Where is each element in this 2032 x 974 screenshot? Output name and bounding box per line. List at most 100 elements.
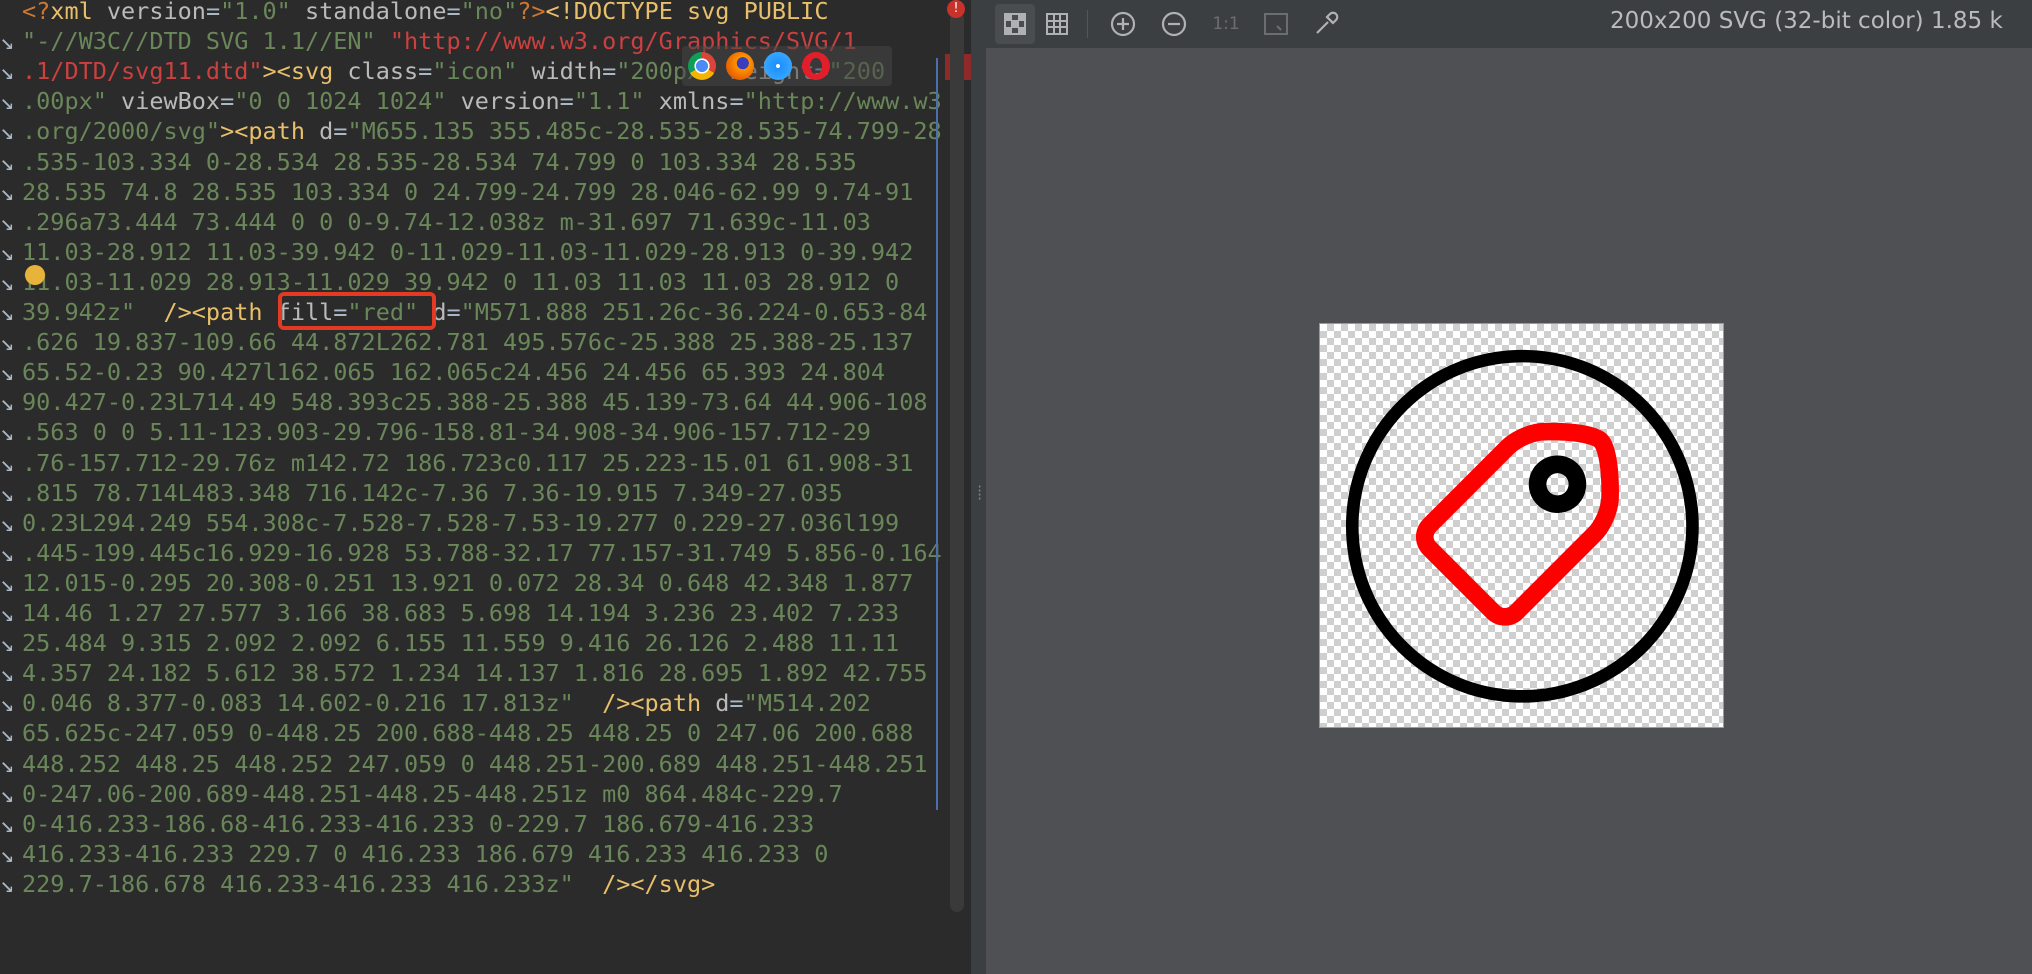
code-token: ><path [220,117,320,146]
code-token: = [729,87,744,116]
actual-size-button[interactable]: 1:1 [1206,4,1246,44]
outer-circle [1345,349,1699,703]
code-editor[interactable]: <?xml version="1.0" standalone="no"?><!D… [0,0,971,974]
code-token: 0.23L294.249 554.308c-7.528-7.528-7.53-1… [22,508,900,537]
code-line: ↘ .563 0 0 5.11-123.903-29.796-158.81-34.… [0,417,871,447]
chrome-icon[interactable] [688,52,716,80]
toolbar-separator [1087,10,1088,38]
code-token: 0.046 8.377-0.083 14.602-0.216 17.813z" [22,689,603,718]
code-token: = [446,0,461,25]
code-token: 11.03-28.912 11.03-39.942 0-11.029-11.03… [22,237,914,266]
soft-wrap-indent-icon: ↘ [0,388,15,417]
code-line: ↘ 0-247.06-200.689-448.251-448.25-448.251… [0,779,843,809]
code-line: ↘ 11.03-11.029 28.913-11.029 39.942 0 11.… [0,267,899,297]
code-token: 416.233-416.233 229.7 0 416.233 186.679 … [22,839,829,868]
opera-icon[interactable] [802,52,830,80]
code-token: .org/2000/svg" [22,117,221,146]
code-line: ↘ .535-103.334 0-28.534 28.535-28.534 74.… [0,147,857,177]
soft-wrap-indent-icon: ↘ [0,87,15,116]
safari-icon[interactable] [764,52,792,80]
zoom-out-icon[interactable] [1154,4,1194,44]
soft-wrap-indent-icon: ↘ [0,599,15,627]
error-indicator-icon[interactable]: ! [947,0,965,18]
soft-wrap-indent-icon: ↘ [0,147,15,176]
code-token: = [602,57,617,86]
code-token: = [418,57,433,86]
grid-icon[interactable] [1037,4,1077,44]
code-token: 14.46 1.27 27.577 3.166 38.683 5.698 14.… [22,599,900,627]
code-line: ↘ 11.03-28.912 11.03-39.942 0-11.029-11.0… [0,237,913,267]
soft-wrap-indent-icon: ↘ [0,839,15,868]
code-line: ↘ 12.015-0.295 20.308-0.251 13.921 0.072 … [0,568,913,598]
code-token: 229.7-186.678 416.233-416.233 416.233z" [22,869,603,898]
code-line: ↘ 65.625c-247.059 0-448.25 200.688-448.25… [0,718,913,748]
code-token: = [333,117,348,146]
code-line: ↘ .815 78.714L483.348 716.142c-7.36 7.36-… [0,478,843,508]
splitter-grip-icon: · · · · [976,480,984,506]
code-token: standalone [304,0,447,25]
code-token: "no" [460,0,518,25]
code-token: .296a73.444 73.444 0 0 0-9.74-12.038z m-… [22,207,871,236]
code-token: <? [22,0,51,25]
code-token: "icon" [432,57,532,86]
soft-wrap-indent-icon: ↘ [0,538,15,567]
soft-wrap-indent-icon: ↘ [0,358,15,387]
code-token: 448.252 448.25 448.252 247.059 0 448.251… [22,749,928,778]
code-token: = [446,298,461,326]
code-line: ↘ 0-416.233-186.68-416.233-416.233 0-229.… [0,809,814,839]
code-token: width [531,57,603,86]
code-token: .00px" [22,87,122,116]
soft-wrap-indent-icon: ↘ [0,779,15,808]
soft-wrap-indent-icon: ↘ [0,689,15,718]
code-token: "0 0 1024 1024" [234,87,461,116]
code-token: 0-416.233-186.68-416.233-416.233 0-229.7… [22,809,815,838]
code-token: .626 19.837-109.66 44.872L262.781 495.57… [22,328,914,357]
code-token: 65.625c-247.059 0-448.25 200.688-448.25 … [22,719,914,748]
browser-preview-popup [682,46,892,86]
tag-hole [1528,455,1587,513]
code-line: ↘ 14.46 1.27 27.577 3.166 38.683 5.698 14… [0,598,899,628]
code-line: ↘ .626 19.837-109.66 44.872L262.781 495.5… [0,327,913,357]
code-token: 90.427-0.23L714.49 548.393c25.388-25.388… [22,388,928,417]
soft-wrap-indent-icon: ↘ [0,267,15,296]
fit-window-icon[interactable] [1256,4,1296,44]
code-token: 12.015-0.295 20.308-0.251 13.921 0.072 2… [22,568,914,597]
soft-wrap-indent-icon: ↘ [0,177,15,206]
code-token: viewBox [121,87,221,116]
code-line: ↘ 448.252 448.25 448.252 247.059 0 448.25… [0,749,927,779]
code-token: = [205,0,221,25]
code-line: ↘ 0.23L294.249 554.308c-7.528-7.528-7.53-… [0,508,899,538]
code-token: ><svg [262,57,348,86]
code-token: 11.03-11.029 28.913-11.029 39.942 0 11.0… [22,267,900,296]
code-token: = [220,87,235,116]
soft-wrap-indent-icon: ↘ [0,869,15,898]
intention-bulb-icon[interactable] [25,265,45,285]
code-line: ↘ 65.52-0.23 90.427l162.065 162.065c24.45… [0,357,885,387]
editor-scrollbar[interactable] [950,12,964,912]
soft-wrap-indent-icon: ↘ [0,568,15,597]
tag-shape [1415,422,1619,626]
tag-icon-preview [1345,349,1699,703]
svg-preview-canvas [1319,323,1724,728]
code-token: 25.484 9.315 2.092 2.092 6.155 11.559 9.… [22,629,900,658]
code-token: .445-199.445c16.929-16.928 53.788-32.17 … [22,538,942,567]
code-token: "-//W3C//DTD SVG 1.1//EN" [22,27,390,56]
color-picker-icon[interactable] [1306,4,1346,44]
soft-wrap-indent-icon: ↘ [0,629,15,658]
code-token: /></svg> [602,869,716,898]
soft-wrap-indent-icon: ↘ [0,117,15,146]
soft-wrap-indent-icon: ↘ [0,237,15,266]
checkerboard-icon[interactable] [995,4,1035,44]
code-token: .1/DTD/svg11.dtd" [22,57,263,86]
code-line: <?xml version="1.0" standalone="no"?><!D… [0,0,828,26]
code-token: /><path [602,689,716,718]
zoom-in-icon[interactable] [1103,4,1143,44]
code-token: xml [50,0,107,25]
code-line: ↘ .org/2000/svg"><path d="M655.135 355.48… [0,116,942,146]
code-line: ↘ .00px" viewBox="0 0 1024 1024" version=… [0,86,942,116]
code-token: "1.1" [573,87,659,116]
code-token: class [347,57,419,86]
code-line: ↘ .445-199.445c16.929-16.928 53.788-32.17… [0,538,942,568]
firefox-icon[interactable] [726,52,754,80]
soft-wrap-indent-icon: ↘ [0,27,15,56]
